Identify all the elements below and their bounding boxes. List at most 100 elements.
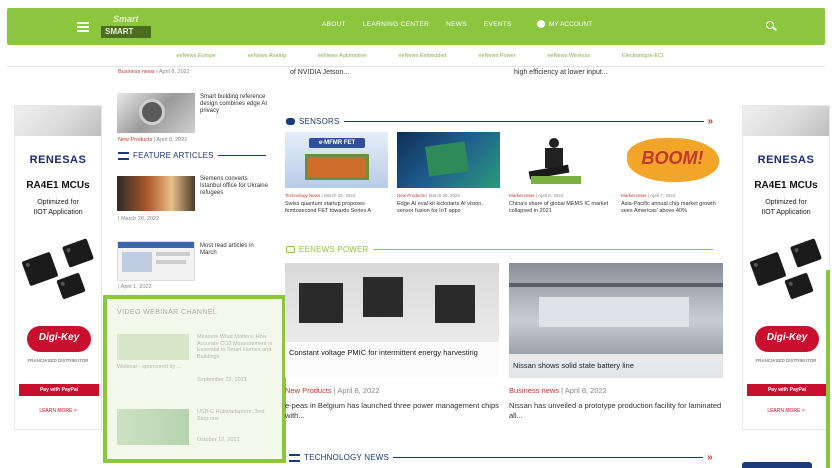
power-image: Nissan shows solid state battery line (509, 263, 723, 378)
article-date: | March 28, 2022 (118, 216, 160, 222)
subnav-eci[interactable]: Electronique-ECI (622, 53, 664, 59)
article-thumbnail[interactable] (117, 93, 195, 133)
power-description: e-peas in Belgium has launched three pow… (285, 401, 499, 420)
nav-news[interactable]: NEWS (446, 21, 467, 35)
scroll-top-button[interactable] (742, 462, 812, 468)
top-nav-bar: Smart SMART ABOUT LEARNING CENTER NEWS E… (7, 8, 825, 45)
power-description: Nissan has unveiled a prototype producti… (509, 401, 722, 420)
nav-events[interactable]: EVENTS (484, 21, 512, 35)
sensor-description: China's share of global MEMS IC market c… (509, 201, 609, 214)
ad-subtitle: Optimized for IIOT Application (761, 199, 811, 216)
learn-more-link[interactable]: LEARN MORE > (743, 408, 829, 414)
webinar-title[interactable]: USB-C Hubs/adaptors: Test Step one (197, 409, 277, 422)
sensors-title: SENSORS (299, 117, 340, 126)
ad-decor (743, 106, 829, 136)
sensor-description: Asia-Pacific annual chip market growth s… (621, 201, 716, 214)
article-snippet[interactable]: high efficiency at lower input... (514, 69, 608, 76)
article-thumbnail[interactable] (117, 241, 195, 281)
subnav-europe[interactable]: eeNews Europe (176, 53, 215, 59)
divider (7, 66, 825, 67)
sensor-category: Market news | April 8, 2022 (509, 193, 564, 198)
power-title: EENEWS POWER (299, 245, 369, 254)
sensor-icon (286, 118, 295, 125)
power-caption: Constant voltage PMIC for intermittent e… (285, 342, 499, 378)
logo-bottom-text: SMART (105, 27, 134, 36)
decor-edge (826, 270, 830, 468)
article-label: New Products | April 8, 2022 (118, 137, 188, 143)
webinar-title[interactable]: Measure What Matters: How Accurate CO2 M… (197, 334, 277, 360)
paypal-button[interactable]: Pay with PayPal (747, 384, 827, 396)
left-ad-banner[interactable]: RENESAS RA4E1 MCUs Optimized for IIOT App… (14, 105, 102, 430)
article-title[interactable]: Smart building reference design combines… (200, 94, 270, 115)
main-menu: ABOUT LEARNING CENTER NEWS EVENTS (322, 21, 512, 35)
subnav-wireless[interactable]: eeNews Wireless (547, 53, 589, 59)
logo-top-text: Smart (113, 14, 139, 24)
site-logo[interactable]: Smart SMART (101, 14, 151, 40)
list-icon (118, 151, 129, 160)
sensor-card[interactable]: Market news | April 8, 2022 China's shar… (509, 132, 612, 215)
webinar-heading[interactable]: VIDEO WEBINAR CHANNEL (117, 309, 217, 316)
left-top-label: Business news | April 8, 2022 (118, 69, 190, 75)
chip-image (15, 236, 101, 316)
subnav-power[interactable]: eeNews Power (478, 53, 515, 59)
sensor-card[interactable]: e-MFMR FET Technology News | March 29, 2… (285, 132, 388, 215)
learn-more-link[interactable]: LEARN MORE > (15, 408, 101, 414)
webinar-date: September 22, 2021 (197, 377, 247, 383)
subnav-analog[interactable]: eeNews Analog (248, 53, 286, 59)
power-card[interactable]: Nissan shows solid state battery line Bu… (509, 263, 723, 421)
article-date: | April 1, 2022 (118, 284, 152, 290)
paypal-button[interactable]: Pay with PayPal (19, 384, 99, 396)
user-icon (537, 20, 545, 28)
feature-articles-title: FEATURE ARTICLES (133, 151, 214, 160)
subnav-embedded[interactable]: eeNews Embedded (398, 53, 446, 59)
eenews-power-heading[interactable]: EENEWS POWER (286, 245, 713, 254)
article-title[interactable]: Most read articles in March (200, 243, 270, 257)
nav-learning-center[interactable]: LEARNING CENTER (363, 21, 429, 35)
more-arrow-icon[interactable]: » (707, 452, 713, 463)
heading-rule (372, 249, 713, 250)
power-category: Business news | April 8, 2022 (509, 386, 607, 395)
sensor-card[interactable]: New Products | March 30, 2022 Edge AI ev… (397, 132, 500, 215)
sensor-category: New Products | March 30, 2022 (397, 193, 460, 198)
article-title[interactable]: Siemens converts Istanbul office for Ukr… (200, 176, 270, 197)
video-webinar-panel: VIDEO WEBINAR CHANNEL Measure What Matte… (103, 295, 286, 463)
webinar-thumbnail[interactable] (117, 334, 189, 360)
sensor-description: Swiss quantum startup proposes femtoseco… (285, 201, 372, 214)
ad-product: RA4E1 MCUs (754, 180, 818, 191)
digikey-logo: Digi-Key (27, 326, 91, 352)
heading-rule (393, 457, 704, 458)
feature-articles-heading[interactable]: FEATURE ARTICLES (118, 151, 266, 160)
right-ad-banner[interactable]: RENESAS RA4E1 MCUs Optimized for IIOT App… (742, 105, 830, 430)
subnav-automotive[interactable]: eeNews Automotive (318, 53, 367, 59)
sensor-category: Market news | April 7, 2022 (621, 193, 676, 198)
ad-brand: RENESAS (757, 154, 815, 166)
list-icon (289, 453, 300, 462)
power-caption: Nissan shows solid state battery line (509, 354, 723, 378)
search-icon[interactable] (766, 21, 777, 32)
webinar-date: October 12, 2021 (197, 437, 240, 443)
sensor-card[interactable]: BOOM! Market news | April 7, 2022 Asia-P… (621, 132, 724, 215)
my-account-link[interactable]: MY ACCOUNT (537, 20, 592, 28)
article-snippet[interactable]: of NVIDIA Jetson... (290, 69, 349, 76)
ad-dist-label: FRANCHISED DISTRIBUTOR (27, 358, 89, 363)
ad-brand: RENESAS (29, 154, 87, 166)
sub-nav: eeNews Europe eeNews Analog eeNews Autom… (95, 48, 745, 64)
sensor-image (397, 132, 500, 188)
sensor-image: e-MFMR FET (285, 132, 388, 188)
sensors-heading[interactable]: SENSORS » (286, 116, 713, 127)
webinar-thumbnail[interactable] (117, 409, 189, 445)
sensor-image: BOOM! (621, 132, 724, 188)
nav-about[interactable]: ABOUT (322, 21, 346, 35)
sensor-category: Technology News | March 29, 2022 (285, 193, 356, 198)
chip-image (743, 236, 829, 316)
digikey-logo: Digi-Key (755, 326, 819, 352)
ad-product: RA4E1 MCUs (26, 180, 90, 191)
more-arrow-icon[interactable]: » (708, 116, 714, 127)
article-thumbnail[interactable] (117, 176, 195, 211)
technology-news-heading[interactable]: TECHNOLOGY NEWS » (289, 452, 713, 463)
technology-title: TECHNOLOGY NEWS (304, 453, 390, 462)
menu-icon[interactable] (77, 22, 89, 32)
power-image: Constant voltage PMIC for intermittent e… (285, 263, 499, 378)
power-card[interactable]: Constant voltage PMIC for intermittent e… (285, 263, 499, 421)
heading-rule (343, 121, 704, 122)
